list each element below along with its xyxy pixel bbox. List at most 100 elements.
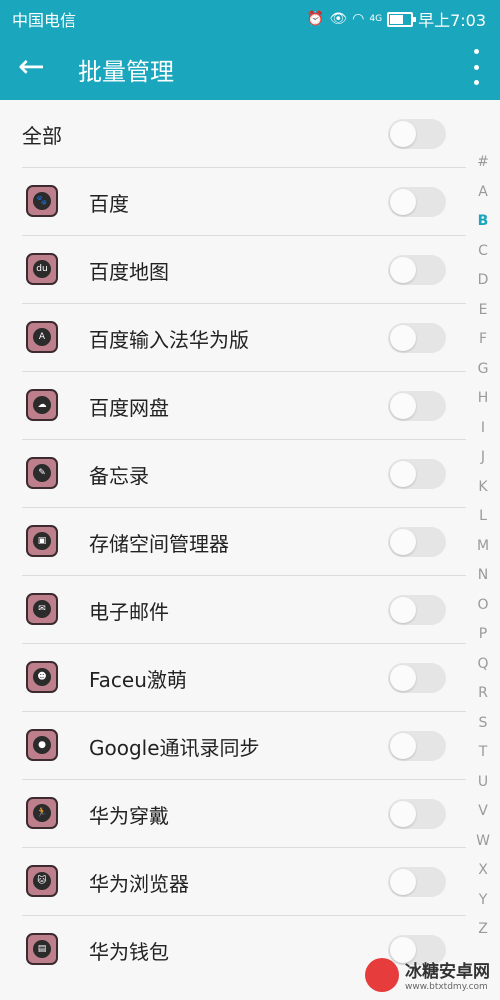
status-time: 早上7:03	[418, 11, 486, 30]
watermark-logo	[365, 957, 399, 992]
mail-icon: ✉	[26, 593, 58, 625]
index-letter[interactable]: J	[466, 443, 500, 473]
index-letter[interactable]: D	[466, 266, 500, 296]
carrier-label: 中国电信	[12, 11, 77, 30]
index-letter[interactable]: R	[466, 679, 500, 709]
app-toggle[interactable]	[388, 595, 446, 625]
back-arrow-icon[interactable]: ←	[18, 48, 58, 88]
app-label: 百度地图	[89, 260, 169, 284]
index-letter[interactable]: E	[466, 296, 500, 326]
index-letter[interactable]: W	[466, 827, 500, 857]
eye-comfort-icon: 👁	[329, 11, 348, 27]
app-icon-glyph: 🐱	[33, 872, 51, 890]
index-letter[interactable]: V	[466, 797, 500, 827]
index-letter[interactable]: U	[466, 768, 500, 798]
index-letter[interactable]: L	[466, 502, 500, 532]
app-label: 华为钱包	[89, 940, 169, 964]
app-toggle[interactable]	[388, 255, 446, 285]
index-letter[interactable]: A	[466, 178, 500, 208]
app-icon-glyph: ✉	[33, 600, 51, 618]
app-icon-glyph: ☁	[33, 396, 51, 414]
more-vertical-icon[interactable]	[470, 49, 482, 85]
keyboard-a-icon: A	[26, 321, 58, 353]
app-label: Faceu激萌	[89, 668, 187, 692]
index-letter[interactable]: S	[466, 709, 500, 739]
app-label: Google通讯录同步	[89, 736, 260, 760]
app-toggle[interactable]	[388, 187, 446, 217]
storage-icon: ▣	[26, 525, 58, 557]
note-icon: ✎	[26, 457, 58, 489]
app-label: 华为穿戴	[89, 804, 169, 828]
app-icon-glyph: 🐾	[33, 192, 51, 210]
index-letter[interactable]: K	[466, 473, 500, 503]
app-label: 备忘录	[89, 464, 149, 488]
app-row: 🏃 华为穿戴	[22, 780, 466, 848]
alphabet-index[interactable]: # A B C D E F G H I J K L M N O P Q R S T U V W X Y Z	[466, 148, 500, 948]
index-letter[interactable]: X	[466, 856, 500, 886]
all-label: 全部	[22, 124, 62, 148]
app-label: 百度网盘	[89, 396, 169, 420]
app-toggle[interactable]	[388, 799, 446, 829]
status-bar: 中国电信 ⏰ 👁 ◠ 4G 早上7:03	[0, 0, 500, 34]
watermark-main: 冰糖安卓网	[405, 962, 490, 982]
app-icon-glyph: ☻	[33, 668, 51, 686]
index-letter[interactable]: N	[466, 561, 500, 591]
index-letter[interactable]: G	[466, 355, 500, 385]
app-list: 🐾 百度 du 百度地图 A 百度输入法华为版 ☁ 百度网盘 ✎ 备忘录 ▣ 存储空间管理器 ✉ 电子邮件…	[22, 168, 466, 983]
app-row: 🐱 华为浏览器	[22, 848, 466, 916]
app-label: 百度输入法华为版	[89, 328, 249, 352]
app-row: ☁ 百度网盘	[22, 372, 466, 440]
index-letter[interactable]: P	[466, 620, 500, 650]
wifi-icon: ◠	[352, 11, 365, 27]
index-letter[interactable]: B	[466, 207, 500, 237]
index-letter[interactable]: H	[466, 384, 500, 414]
app-bar: ← 批量管理	[0, 34, 500, 100]
app-row: 🐾 百度	[22, 168, 466, 236]
app-toggle[interactable]	[388, 527, 446, 557]
app-toggle[interactable]	[388, 323, 446, 353]
app-row: A 百度输入法华为版	[22, 304, 466, 372]
app-toggle[interactable]	[388, 459, 446, 489]
paw-icon: 🐾	[26, 185, 58, 217]
app-row: ✉ 电子邮件	[22, 576, 466, 644]
watermark: 冰糖安卓网 www.btxtdmy.com	[365, 957, 490, 992]
face-icon: ☻	[26, 661, 58, 693]
index-letter[interactable]: #	[466, 148, 500, 178]
wallet-icon: ▤	[26, 933, 58, 965]
app-row: ✎ 备忘录	[22, 440, 466, 508]
app-toggle[interactable]	[388, 731, 446, 761]
app-label: 电子邮件	[89, 600, 169, 624]
index-letter[interactable]: F	[466, 325, 500, 355]
app-icon-glyph: ▤	[33, 940, 51, 958]
index-letter[interactable]: M	[466, 532, 500, 562]
app-toggle[interactable]	[388, 663, 446, 693]
index-letter[interactable]: Z	[466, 915, 500, 945]
map-pin-icon: du	[26, 253, 58, 285]
app-icon-glyph: 🏃	[33, 804, 51, 822]
page-title: 批量管理	[78, 58, 174, 86]
app-icon-glyph: ●	[33, 736, 51, 754]
all-toggle[interactable]	[388, 119, 446, 149]
index-letter[interactable]: T	[466, 738, 500, 768]
app-icon-glyph: ✎	[33, 464, 51, 482]
watermark-sub: www.btxtdmy.com	[405, 982, 488, 992]
status-icons: ⏰ 👁 ◠ 4G 早上7:03	[307, 7, 486, 31]
index-letter[interactable]: O	[466, 591, 500, 621]
app-toggle[interactable]	[388, 867, 446, 897]
all-row: 全部	[22, 100, 466, 168]
contact-icon: ●	[26, 729, 58, 761]
app-label: 百度	[89, 192, 129, 216]
app-icon-glyph: du	[33, 260, 51, 278]
index-letter[interactable]: I	[466, 414, 500, 444]
index-letter[interactable]: C	[466, 237, 500, 267]
cloud-icon: ☁	[26, 389, 58, 421]
app-label: 华为浏览器	[89, 872, 189, 896]
app-label: 存储空间管理器	[89, 532, 229, 556]
index-letter[interactable]: Y	[466, 886, 500, 916]
app-icon-glyph: ▣	[33, 532, 51, 550]
index-letter[interactable]: Q	[466, 650, 500, 680]
alarm-icon: ⏰	[306, 11, 325, 27]
app-toggle[interactable]	[388, 391, 446, 421]
app-row: ● Google通讯录同步	[22, 712, 466, 780]
signal-label: 4G	[369, 14, 383, 24]
